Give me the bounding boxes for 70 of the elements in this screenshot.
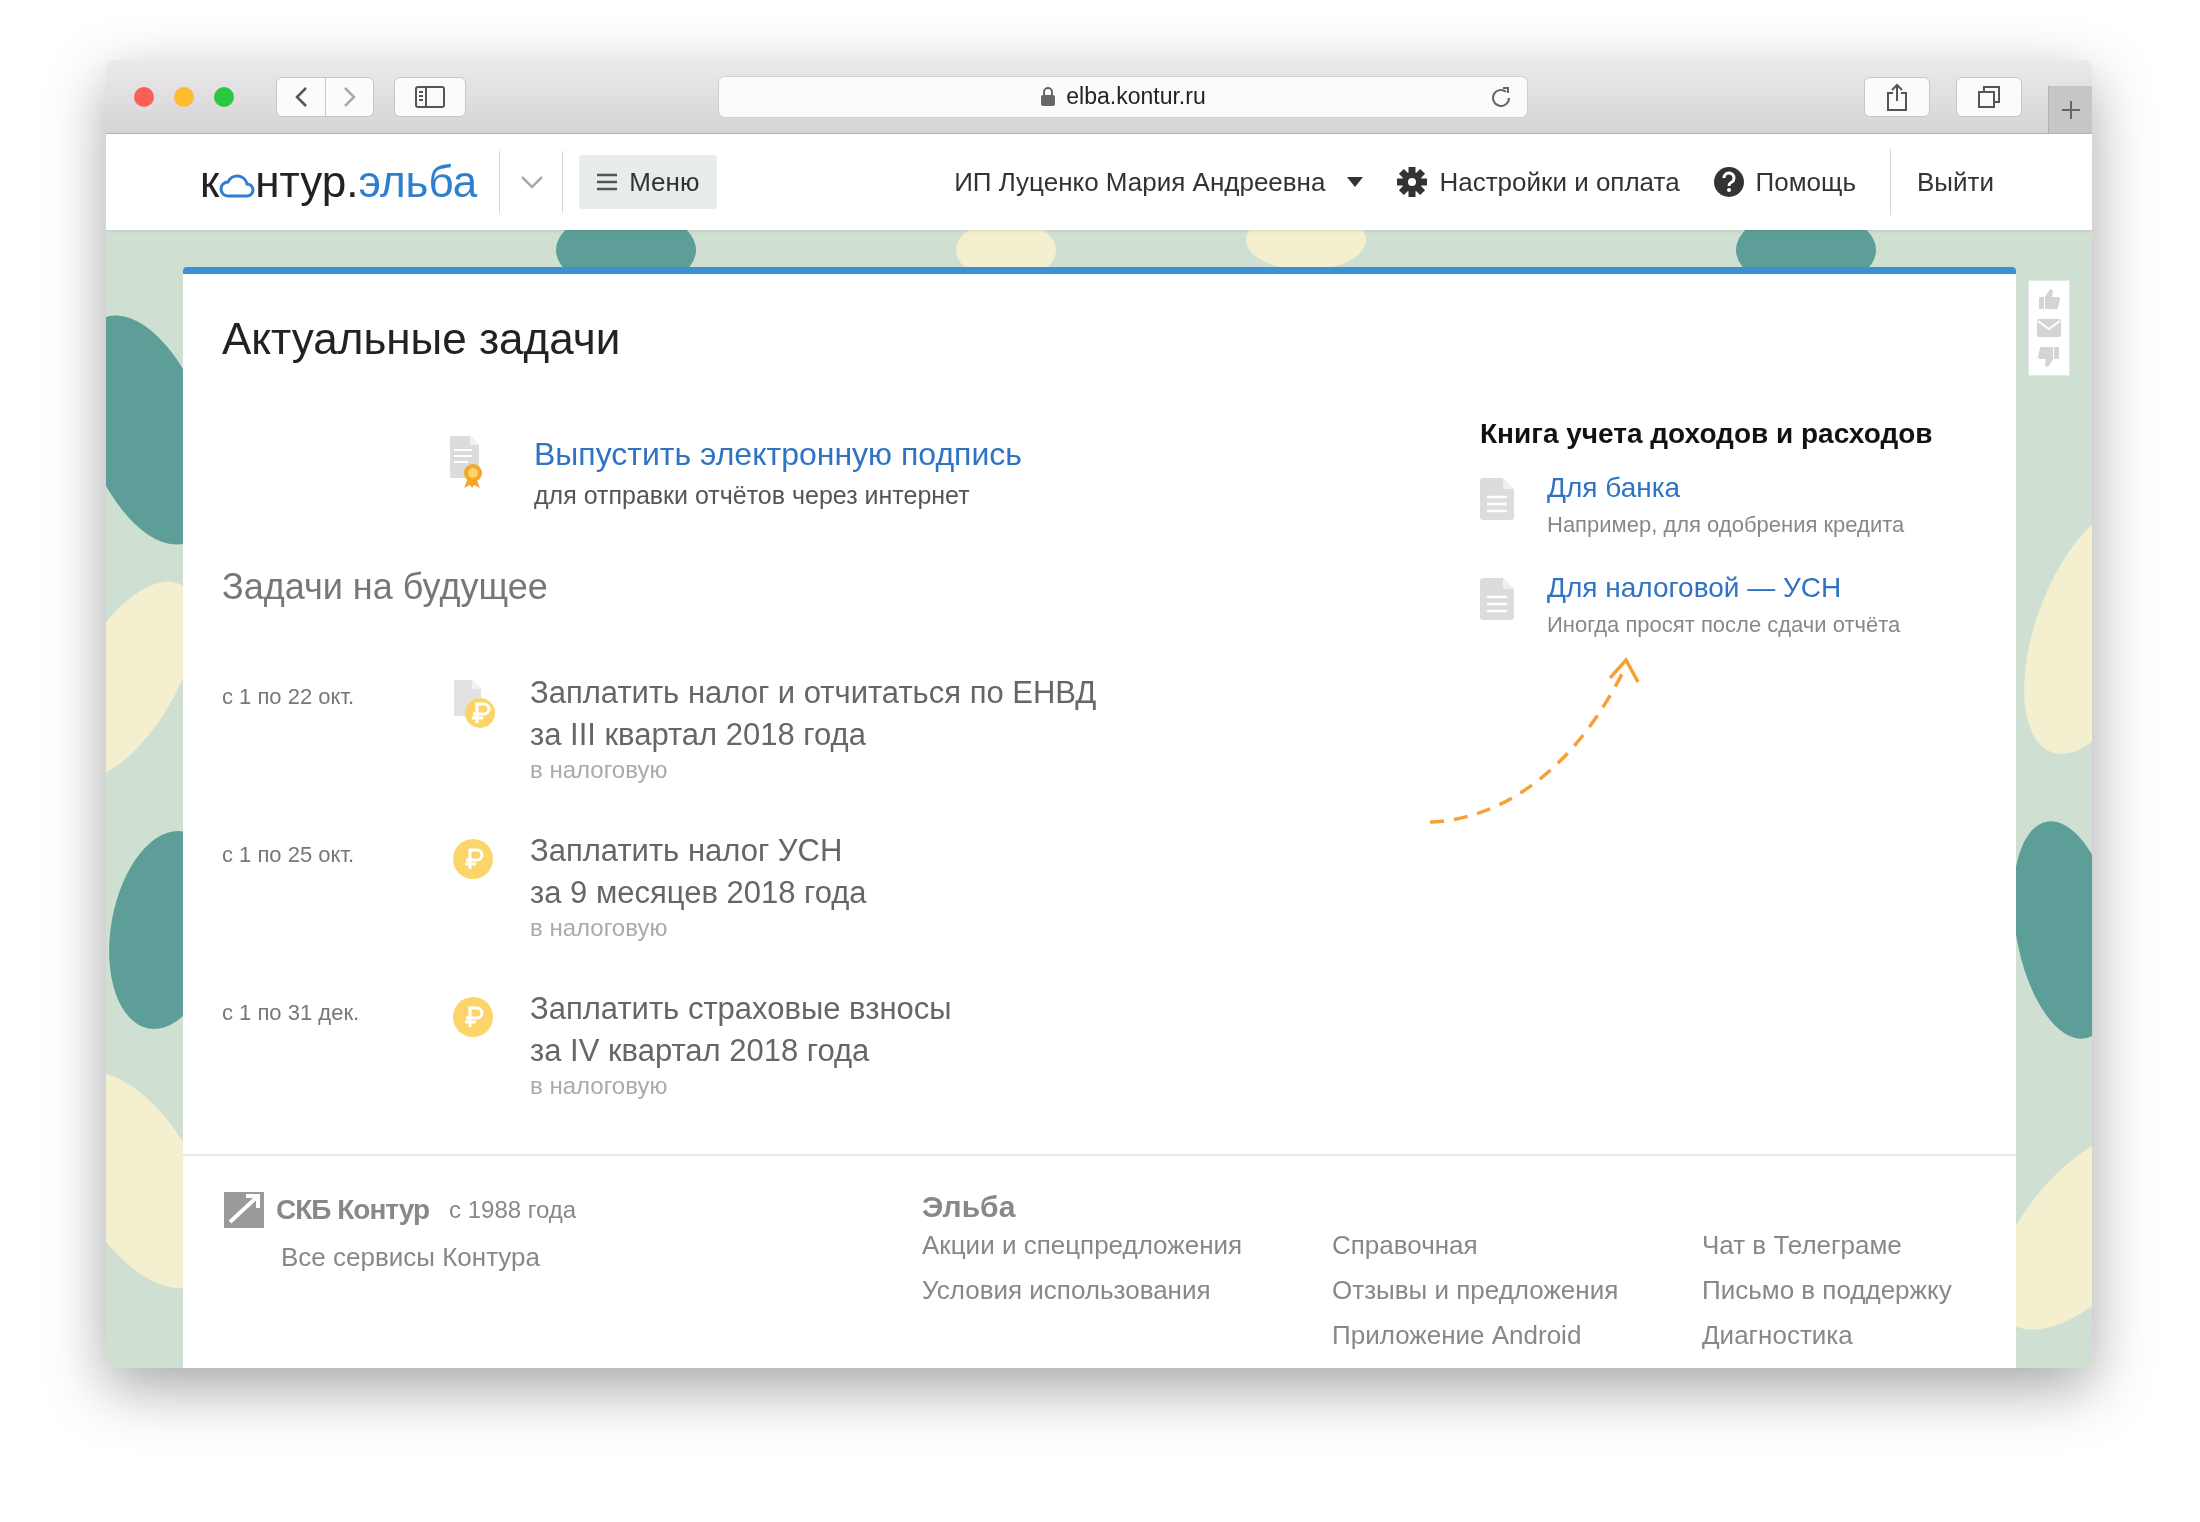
ledger-heading: Книга учета доходов и расходов xyxy=(1480,418,1933,450)
footer-link[interactable]: Чат в Телеграме xyxy=(1702,1230,2002,1261)
sidebar-button[interactable] xyxy=(394,76,466,117)
close-button[interactable] xyxy=(134,86,154,107)
coin-icon xyxy=(452,996,494,1038)
settings-icon xyxy=(1397,167,1428,197)
footer-link[interactable]: Отзывы и предложения xyxy=(1332,1275,1702,1306)
task-title: Заплатить налог УСН xyxy=(530,833,843,868)
ledger-description: Например, для одобрения кредита xyxy=(1547,512,1905,538)
task-recipient: в налоговую xyxy=(530,914,668,941)
help-link[interactable]: Помощь xyxy=(1713,166,1856,198)
document-icon xyxy=(1480,578,1514,620)
all-services-link[interactable]: Все сервисы Контура xyxy=(281,1242,922,1273)
chevron-down-icon[interactable] xyxy=(520,175,545,189)
sidebar-icon xyxy=(415,85,445,108)
reload-icon[interactable] xyxy=(1489,85,1513,110)
plus-icon xyxy=(2059,98,2082,121)
menu-icon xyxy=(597,173,618,191)
company-since: с 1988 года xyxy=(449,1196,577,1224)
issue-signature-link[interactable]: Выпустить электронную подпись xyxy=(534,436,1022,472)
footer-link[interactable]: Акции и спецпредложения xyxy=(922,1230,1332,1261)
settings-link[interactable]: Настройки и оплата xyxy=(1397,166,1680,198)
footer-link[interactable]: Справочная xyxy=(1332,1230,1702,1261)
task-recipient: в налоговую xyxy=(530,1072,668,1099)
url-text: elba.kontur.ru xyxy=(1066,83,1206,110)
footer-heading: Эльба xyxy=(922,1190,1017,1224)
document-icon xyxy=(1480,478,1514,520)
company-name: СКБ Контур xyxy=(276,1194,430,1226)
footer-link[interactable]: Письмо в поддержку xyxy=(1702,1275,2002,1306)
task-title: за IV квартал 2018 года xyxy=(530,1033,870,1068)
tabs-button[interactable] xyxy=(1956,76,2022,117)
footer-link[interactable]: Условия использования xyxy=(922,1275,1332,1306)
lock-icon xyxy=(1040,86,1057,107)
chevron-left-icon xyxy=(294,85,308,108)
share-button[interactable] xyxy=(1864,76,1930,117)
task-title: Заплатить страховые взносы xyxy=(530,991,952,1026)
footer-link[interactable]: Приложение Android xyxy=(1332,1320,1702,1351)
tabs-icon xyxy=(1977,84,2001,109)
coin-icon xyxy=(452,838,494,880)
page-title: Актуальные задачи xyxy=(222,314,622,364)
caret-icon xyxy=(1347,177,1364,187)
task-title: Заплатить налог и отчитаться по ЕНВД xyxy=(530,675,1097,710)
footer-link[interactable]: Диагностика xyxy=(1702,1320,2002,1351)
task-title: за III квартал 2018 года xyxy=(530,717,866,752)
user-dropdown[interactable]: ИП Луценко Мария Андреевна xyxy=(954,166,1364,198)
task-title: за 9 месяцев 2018 года xyxy=(530,875,867,910)
maximize-button[interactable] xyxy=(214,86,234,107)
task-recipient: в налоговую xyxy=(530,756,668,783)
minimize-button[interactable] xyxy=(174,86,194,107)
task-description: для отправки отчётов через интернет xyxy=(534,481,971,510)
thumbs-down-icon[interactable] xyxy=(2037,345,2061,369)
task-date: с 1 по 22 окт. xyxy=(222,684,355,709)
ledger-link[interactable]: Для налоговой — УСН xyxy=(1547,572,1842,603)
menu-button[interactable]: Меню xyxy=(579,155,718,209)
task-date: с 1 по 31 дек. xyxy=(222,1000,360,1025)
logout-link[interactable]: Выйти xyxy=(1917,166,1994,198)
logo[interactable]: к нтур.эльба xyxy=(200,157,478,207)
new-tab-button[interactable] xyxy=(2048,86,2092,133)
ledger-link[interactable]: Для банка xyxy=(1547,472,1681,503)
mail-icon[interactable] xyxy=(2037,319,2061,337)
chevron-right-icon xyxy=(342,85,357,108)
help-icon xyxy=(1713,167,1744,197)
document-coin-icon xyxy=(452,680,498,730)
ledger-description: Иногда просят после сдачи отчёта xyxy=(1547,612,1901,638)
section-heading: Задачи на будущее xyxy=(222,566,549,608)
thumbs-up-icon[interactable] xyxy=(2037,287,2061,311)
task-date: с 1 по 25 окт. xyxy=(222,842,355,867)
share-icon xyxy=(1886,82,1908,111)
back-button[interactable] xyxy=(276,76,326,117)
address-bar[interactable]: elba.kontur.ru xyxy=(718,75,1528,118)
